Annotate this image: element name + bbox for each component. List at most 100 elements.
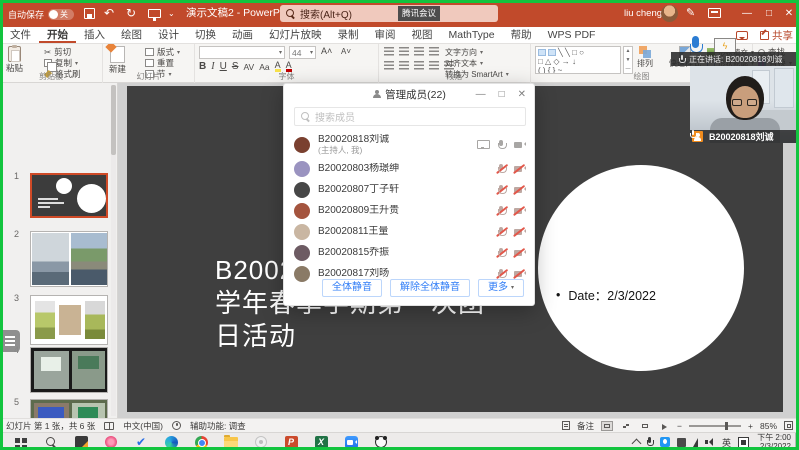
copy-button[interactable]: 复制▾ <box>44 58 81 68</box>
ribbon-tab[interactable]: 文件 <box>2 27 39 43</box>
ribbon-tab[interactable]: 帮助 <box>503 27 540 43</box>
quick-access-more-icon[interactable]: ⌄ <box>168 0 175 27</box>
ribbon-tab[interactable]: WPS PDF <box>540 27 604 43</box>
member-row[interactable]: B20020807丁子轩 <box>284 179 536 200</box>
save-icon[interactable] <box>84 8 95 19</box>
taskbar-app-icon[interactable] <box>246 433 276 450</box>
taskbar-app-icon[interactable] <box>126 433 156 450</box>
undo-icon[interactable]: ↶ <box>104 0 114 27</box>
slide-date[interactable]: • Date：2/3/2022 <box>556 285 656 304</box>
dialog-maximize-button[interactable]: □ <box>499 89 505 100</box>
maximize-button[interactable]: □ <box>759 0 779 27</box>
slide-counter[interactable]: 幻灯片 第 1 张，共 6 张 <box>6 420 95 432</box>
ime-mode-icon[interactable] <box>738 437 749 448</box>
redo-icon[interactable]: ↻ <box>126 0 136 27</box>
ribbon-tab[interactable]: 插入 <box>76 27 113 43</box>
ribbon-options-icon[interactable] <box>708 8 721 18</box>
dialog-header[interactable]: 管理成员(22) — □ ✕ <box>284 84 534 104</box>
mute-all-button[interactable]: 全体静音 <box>322 279 382 297</box>
slide-thumbnail-3[interactable] <box>30 295 108 345</box>
taskbar-app-icon[interactable] <box>6 433 36 450</box>
start-slideshow-icon[interactable] <box>148 9 161 18</box>
taskbar-app-icon[interactable] <box>156 433 186 450</box>
ime-language-indicator[interactable]: 英 <box>722 436 731 449</box>
ribbon-tab[interactable]: 审阅 <box>367 27 404 43</box>
shapes-gallery[interactable]: ╲ ╲ □ ○ □ △ ◇ → ↓ ( ) { } ~ <box>535 46 621 74</box>
unmute-all-button[interactable]: 解除全体静音 <box>390 279 470 297</box>
zoom-out-button[interactable]: − <box>677 421 682 431</box>
scroll-down-icon[interactable]: ▼ <box>626 57 631 63</box>
recent-shape-cell[interactable] <box>538 49 546 56</box>
align-right-button[interactable] <box>414 61 424 70</box>
meeting-panel-handle[interactable] <box>0 330 20 352</box>
tray-qq-icon[interactable] <box>660 437 670 447</box>
reading-view-button[interactable] <box>639 421 651 431</box>
minimize-button[interactable]: — <box>737 0 757 27</box>
align-center-button[interactable] <box>399 61 409 70</box>
fit-slide-icon[interactable] <box>784 421 793 430</box>
tray-device-icon[interactable] <box>677 438 686 447</box>
scroll-up-icon[interactable]: ▲ <box>626 48 631 54</box>
member-row[interactable]: B20020811王量 <box>284 221 536 242</box>
mic-icon[interactable] <box>497 248 505 258</box>
ribbon-tab[interactable]: 视图 <box>404 27 441 43</box>
zoom-knob[interactable] <box>725 422 728 430</box>
mic-icon[interactable] <box>497 164 505 174</box>
align-text-button[interactable]: 对齐文本▾ <box>445 58 509 68</box>
member-search-input[interactable]: 搜索成员 <box>294 107 526 126</box>
character-spacing-button[interactable]: AV <box>243 62 254 72</box>
shapes-scroll[interactable]: ▲ ▼ — <box>623 46 633 74</box>
account-avatar[interactable] <box>661 5 678 22</box>
autosave-switch[interactable]: 关 <box>48 9 74 20</box>
member-row[interactable]: B20020815乔振 <box>284 242 536 263</box>
recent-shape-cell[interactable] <box>548 49 556 56</box>
tray-expand-icon[interactable] <box>632 439 642 449</box>
dialog-minimize-button[interactable]: — <box>476 89 486 100</box>
taskbar-app-icon[interactable] <box>336 433 366 450</box>
normal-view-button[interactable] <box>601 421 613 431</box>
change-case-button[interactable]: Aa <box>259 62 269 72</box>
numbering-button[interactable] <box>399 47 409 56</box>
taskbar-app-icon[interactable] <box>186 433 216 450</box>
font-size-select[interactable]: 44▾ <box>289 46 316 59</box>
scrollbar-thumb[interactable] <box>111 85 116 155</box>
dialog-close-button[interactable]: ✕ <box>518 89 526 100</box>
mic-icon[interactable] <box>497 140 505 150</box>
ribbon-tab[interactable]: 开始 <box>39 27 76 43</box>
align-left-button[interactable] <box>384 61 394 70</box>
member-row[interactable]: B20020809王升贵 <box>284 200 536 221</box>
mic-icon[interactable] <box>497 206 505 216</box>
camera-icon[interactable] <box>514 165 526 173</box>
ribbon-tab[interactable]: 绘图 <box>113 27 150 43</box>
zoom-in-button[interactable]: + <box>748 421 753 431</box>
screenshare-icon[interactable] <box>477 140 488 149</box>
bullets-button[interactable] <box>384 47 394 56</box>
layout-button[interactable]: 版式▾ <box>145 47 180 57</box>
taskbar-app-icon[interactable] <box>96 433 126 450</box>
justify-button[interactable] <box>429 61 439 70</box>
ribbon-tab[interactable]: 录制 <box>330 27 367 43</box>
screen-record-icon[interactable]: ϟ <box>714 38 736 53</box>
shrink-font-button[interactable]: A˅ <box>341 47 351 56</box>
comments-icon[interactable] <box>736 31 748 40</box>
search-input[interactable]: 搜索(Alt+Q) <box>280 5 498 22</box>
ribbon-tab[interactable]: 设计 <box>150 27 187 43</box>
shape-glyphs[interactable]: ╲ ╲ □ ○ <box>558 48 584 57</box>
taskbar-app-icon[interactable] <box>366 433 396 450</box>
network-icon[interactable] <box>693 438 698 447</box>
slideshow-view-button[interactable] <box>658 421 670 431</box>
member-row[interactable]: B20020818刘诚 (主持人, 我) <box>284 131 536 158</box>
taskbar-clock[interactable]: 下午 2:00 2/3/2022 <box>757 433 791 450</box>
taskbar-app-icon[interactable] <box>276 433 306 450</box>
zoom-slider[interactable] <box>689 425 741 427</box>
notes-toggle[interactable]: 备注 <box>577 420 594 432</box>
inking-icon[interactable]: ✎ <box>686 0 695 27</box>
volume-icon[interactable] <box>705 438 715 447</box>
cut-button[interactable]: ✂剪切 <box>44 47 81 57</box>
member-row[interactable]: B20020803杨璟绅 <box>284 158 536 179</box>
slide-thumbnail-2[interactable] <box>30 231 108 287</box>
close-button[interactable]: ✕ <box>779 0 799 27</box>
slide-thumbnail-4[interactable] <box>30 347 108 393</box>
account-name[interactable]: liu cheng <box>624 0 662 27</box>
camera-icon[interactable] <box>514 207 526 215</box>
